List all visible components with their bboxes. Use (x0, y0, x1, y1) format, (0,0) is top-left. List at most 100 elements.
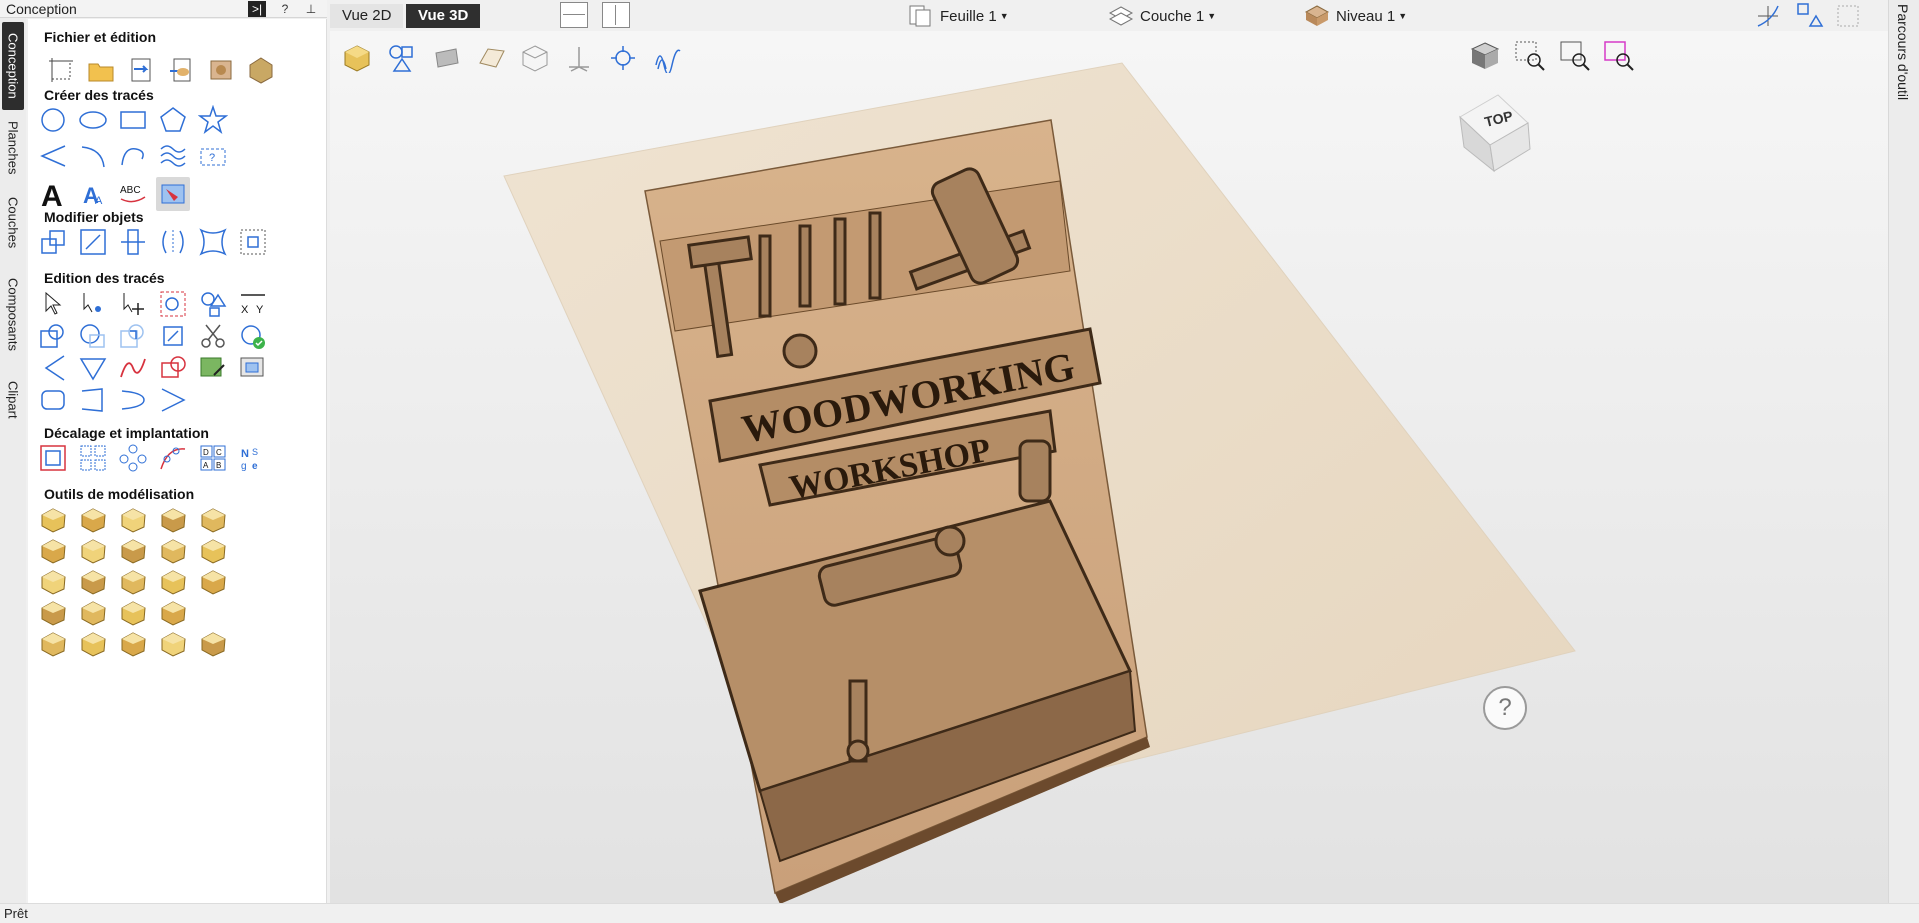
circular-copy-icon[interactable] (116, 441, 150, 475)
weave-icon[interactable] (156, 534, 190, 568)
sheet-dropdown[interactable]: Feuille 1 ▼ (908, 4, 1009, 28)
angle-lines-icon[interactable] (156, 383, 190, 417)
layer-icon (1108, 6, 1134, 26)
circle-icon[interactable] (36, 103, 70, 137)
collapse-panel-icon[interactable]: >| (248, 1, 266, 17)
stack-icon[interactable] (196, 565, 230, 599)
fillet-icon[interactable] (36, 351, 70, 385)
align-icon[interactable] (116, 225, 150, 259)
rotate-model-icon[interactable] (36, 534, 70, 568)
help-button[interactable]: ? (1483, 686, 1527, 730)
view-3d-tab[interactable]: Vue 3D (406, 4, 481, 28)
import-vector-icon[interactable] (124, 53, 158, 87)
center-icon[interactable] (236, 225, 270, 259)
subtract-icon[interactable] (76, 319, 110, 353)
tab-composants[interactable]: Composants (2, 264, 24, 364)
smooth-model-icon[interactable] (196, 534, 230, 568)
rectangle-icon[interactable] (116, 103, 150, 137)
scissors-icon[interactable] (196, 319, 230, 353)
emboss-icon[interactable] (76, 565, 110, 599)
copy-along-curve-icon[interactable] (156, 441, 190, 475)
split-view-layout-icon[interactable] (602, 2, 630, 28)
tab-planches[interactable]: Planches (2, 114, 24, 182)
bake-icon[interactable] (156, 596, 190, 630)
tab-couches[interactable]: Couches (2, 188, 24, 258)
3d-viewport[interactable]: TOP WOODWORKING WORKSHOP ? (330, 31, 1888, 903)
select-icon[interactable] (36, 287, 70, 321)
offset-icon[interactable] (36, 441, 70, 475)
trace-bitmap-icon[interactable] (156, 177, 190, 211)
fade-icon[interactable] (116, 627, 150, 661)
group-select-icon[interactable] (156, 287, 190, 321)
wrap-icon[interactable] (36, 627, 70, 661)
wave-pattern-icon[interactable] (156, 139, 190, 173)
clipart-icon[interactable] (76, 627, 110, 661)
text-icon[interactable]: A (36, 177, 70, 211)
scale-icon[interactable] (76, 225, 110, 259)
help-icon[interactable]: ? (276, 1, 294, 17)
extend-line-icon[interactable] (76, 383, 110, 417)
distort-icon[interactable] (196, 225, 230, 259)
zero-plane-icon[interactable] (156, 627, 190, 661)
chamfer-icon[interactable] (76, 351, 110, 385)
image-edit-icon[interactable] (196, 351, 230, 385)
import-component-icon[interactable] (164, 53, 198, 87)
extrude-icon[interactable] (196, 503, 230, 537)
model-layer-icon[interactable] (156, 565, 190, 599)
polyline-icon[interactable] (36, 139, 70, 173)
measure-xy-icon[interactable]: XY (236, 287, 270, 321)
dome-icon[interactable] (76, 503, 110, 537)
pin-icon[interactable]: ⊥ (302, 1, 320, 17)
node-edit-icon[interactable] (76, 287, 110, 321)
tab-clipart[interactable]: Clipart (2, 370, 24, 430)
toolpath-side-tab[interactable]: Parcours d'outil (1888, 0, 1919, 903)
shape-editor-icon[interactable] (36, 503, 70, 537)
show-vectors-icon[interactable] (1796, 2, 1824, 30)
box-icon[interactable] (196, 627, 230, 661)
transform-icon[interactable] (36, 225, 70, 259)
shapes-icon[interactable] (196, 287, 230, 321)
star-icon[interactable] (196, 103, 230, 137)
text-nesting-icon[interactable]: NSge (236, 441, 270, 475)
layer-dropdown[interactable]: Couche 1 ▼ (1108, 4, 1216, 28)
3d-model-icon[interactable] (244, 53, 278, 87)
array-copy-icon[interactable] (76, 441, 110, 475)
level-dropdown[interactable]: Niveau 1 ▼ (1304, 4, 1407, 28)
slice-icon[interactable] (36, 596, 70, 630)
curve-icon[interactable] (116, 139, 150, 173)
tab-conception[interactable]: Conception (2, 22, 24, 110)
smooth-curve-icon[interactable] (116, 351, 150, 385)
rounded-rect-icon[interactable] (36, 383, 70, 417)
single-view-layout-icon[interactable] (560, 2, 588, 28)
job-setup-icon[interactable] (44, 53, 78, 87)
image-trace-icon[interactable] (236, 351, 270, 385)
snap-icon[interactable] (1754, 2, 1782, 30)
two-rail-sweep-icon[interactable] (156, 503, 190, 537)
create-shape-icon[interactable] (76, 534, 110, 568)
fill-region-icon[interactable] (156, 319, 190, 353)
ellipse-icon[interactable] (76, 103, 110, 137)
curve-join-icon[interactable] (116, 383, 150, 417)
split-icon[interactable] (76, 596, 110, 630)
move-select-icon[interactable] (116, 287, 150, 321)
pyramid-icon[interactable] (116, 503, 150, 537)
mirror-icon[interactable] (156, 225, 190, 259)
grid-icon[interactable] (1834, 2, 1862, 30)
texture-icon[interactable] (36, 565, 70, 599)
nesting-icon[interactable]: DCAB (196, 441, 230, 475)
text-outline-icon[interactable]: AA (76, 177, 110, 211)
close-vectors-icon[interactable] (236, 319, 270, 353)
import-image-icon[interactable] (204, 53, 238, 87)
arc-icon[interactable] (76, 139, 110, 173)
offset-curve-icon[interactable] (156, 351, 190, 385)
dimension-placeholder-icon[interactable]: ? (196, 139, 230, 173)
polygon-icon[interactable] (156, 103, 190, 137)
intersect-icon[interactable] (116, 319, 150, 353)
flatten-icon[interactable] (116, 565, 150, 599)
view-2d-tab[interactable]: Vue 2D (330, 4, 404, 28)
text-on-curve-icon[interactable]: ABC (116, 177, 150, 211)
merge-icon[interactable] (116, 596, 150, 630)
weld-icon[interactable] (36, 319, 70, 353)
open-file-icon[interactable] (84, 53, 118, 87)
sculpt-icon[interactable] (116, 534, 150, 568)
